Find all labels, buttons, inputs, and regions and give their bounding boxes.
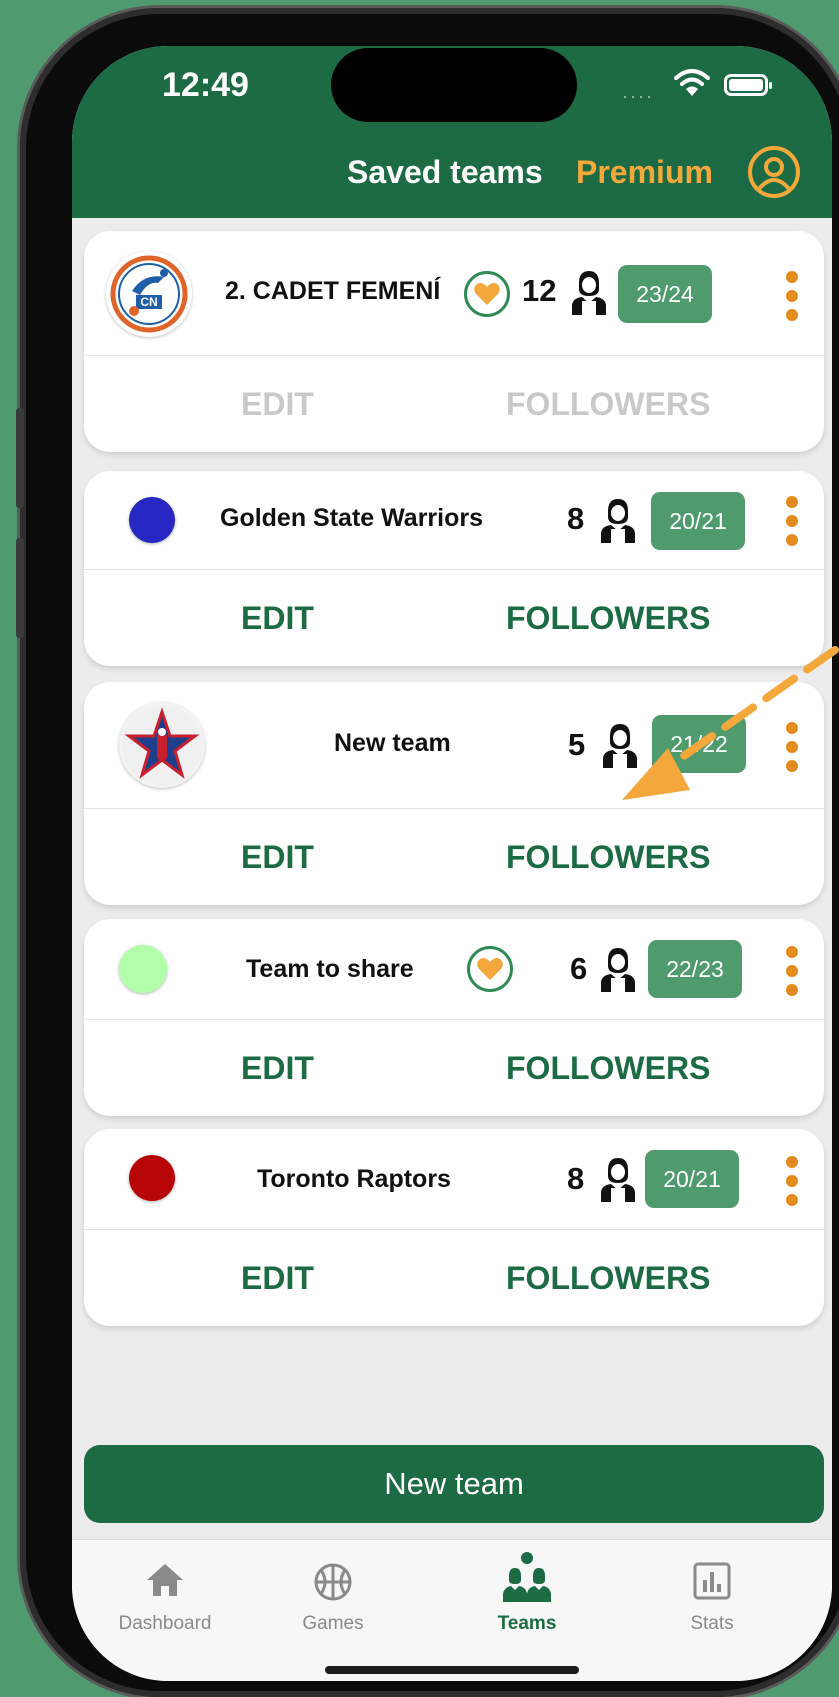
team-name: New team <box>334 729 451 757</box>
team-card-actions: EDIT FOLLOWERS <box>84 1020 824 1116</box>
player-icon <box>603 724 637 768</box>
season-badge: 23/24 <box>618 265 712 323</box>
tab-dashboard[interactable]: Dashboard <box>90 1540 240 1650</box>
player-icon <box>601 499 635 543</box>
followers-button[interactable]: FOLLOWERS <box>506 839 710 876</box>
followers-button[interactable]: FOLLOWERS <box>506 1050 710 1087</box>
team-card: CN 2. CADET FEMENÍ 12 23/24 EDIT FOLLOWE… <box>84 231 824 452</box>
tab-teams[interactable]: Teams <box>452 1540 602 1650</box>
player-icon <box>572 271 606 315</box>
season-badge: 20/21 <box>651 492 745 550</box>
status-time: 12:49 <box>162 66 249 104</box>
followers-button[interactable]: FOLLOWERS <box>506 1260 710 1297</box>
follower-count: 12 <box>522 273 557 308</box>
tab-label: Teams <box>497 1613 557 1634</box>
followers-button[interactable]: FOLLOWERS <box>506 600 710 637</box>
club-crest-logo: CN <box>106 251 192 337</box>
player-icon <box>601 1158 635 1202</box>
team-card-header[interactable]: Golden State Warriors 8 20/21 <box>84 471 824 570</box>
tab-label: Stats <box>690 1613 734 1634</box>
basketball-icon <box>314 1563 352 1601</box>
more-options-icon[interactable] <box>784 722 800 772</box>
signal-icon: ···· <box>622 86 654 106</box>
tab-games[interactable]: Games <box>258 1540 408 1650</box>
team-card-header[interactable]: New team 5 21/22 <box>84 682 824 809</box>
all-star-logo <box>119 702 205 788</box>
team-name: Team to share <box>246 955 414 983</box>
edit-button[interactable]: EDIT <box>241 386 314 423</box>
stats-icon <box>693 1562 731 1600</box>
favorite-heart-icon[interactable] <box>464 271 510 317</box>
favorite-heart-icon[interactable] <box>467 946 513 992</box>
more-options-icon[interactable] <box>784 496 800 546</box>
team-card-actions: EDIT FOLLOWERS <box>84 570 824 666</box>
follower-count: 5 <box>568 727 586 762</box>
more-options-icon[interactable] <box>784 1156 800 1206</box>
page-title: Saved teams <box>347 154 543 190</box>
app-screen: 12:49 ···· Saved teams Premium CN 2. CAD… <box>72 46 832 1681</box>
follower-count: 8 <box>567 1161 585 1196</box>
team-card-header[interactable]: CN 2. CADET FEMENÍ 12 23/24 <box>84 231 824 356</box>
team-card-header[interactable]: Toronto Raptors 8 20/21 <box>84 1129 824 1230</box>
followers-button[interactable]: FOLLOWERS <box>506 386 710 423</box>
svg-text:CN: CN <box>140 295 157 309</box>
battery-icon <box>724 74 772 96</box>
edit-button[interactable]: EDIT <box>241 1260 314 1297</box>
season-badge: 20/21 <box>645 1150 739 1208</box>
team-name: Golden State Warriors <box>220 504 484 532</box>
tab-label: Dashboard <box>118 1613 212 1634</box>
phone-frame: 12:49 ···· Saved teams Premium CN 2. CAD… <box>16 8 839 1697</box>
premium-button[interactable]: Premium <box>576 154 713 191</box>
edit-button[interactable]: EDIT <box>241 839 314 876</box>
team-name: Toronto Raptors <box>257 1165 451 1193</box>
volume-down-button <box>16 538 24 638</box>
team-card: Golden State Warriors 8 20/21 EDIT FOLLO… <box>84 471 824 666</box>
team-card: Toronto Raptors 8 20/21 EDIT FOLLOWERS <box>84 1129 824 1326</box>
follower-count: 8 <box>567 501 585 536</box>
wifi-icon <box>674 69 710 96</box>
tab-stats[interactable]: Stats <box>637 1540 787 1650</box>
team-card: Team to share 6 22/23 EDIT FOLLOWERS <box>84 919 824 1116</box>
team-color-dot <box>129 497 175 543</box>
volume-up-button <box>16 408 24 508</box>
team-card-actions: EDIT FOLLOWERS <box>84 356 824 452</box>
more-options-icon[interactable] <box>784 271 800 321</box>
team-name: 2. CADET FEMENÍ <box>225 277 441 305</box>
teams-icon <box>503 1552 551 1602</box>
edit-button[interactable]: EDIT <box>241 600 314 637</box>
team-card-header[interactable]: Team to share 6 22/23 <box>84 919 824 1020</box>
header-bar: 12:49 ···· Saved teams Premium <box>72 46 832 218</box>
dynamic-island <box>331 48 577 122</box>
profile-icon[interactable] <box>748 146 800 198</box>
team-card-actions: EDIT FOLLOWERS <box>84 809 824 905</box>
team-card-actions: EDIT FOLLOWERS <box>84 1230 824 1326</box>
team-card: New team 5 21/22 EDIT FOLLOWERS <box>84 682 824 905</box>
tab-bar: Dashboard Games Teams Stats <box>72 1539 832 1681</box>
home-indicator <box>325 1666 579 1674</box>
player-icon <box>601 948 635 992</box>
edit-button[interactable]: EDIT <box>241 1050 314 1087</box>
season-badge: 21/22 <box>652 715 746 773</box>
follower-count: 6 <box>570 951 588 986</box>
home-icon <box>147 1564 183 1596</box>
new-team-button[interactable]: New team <box>84 1445 824 1523</box>
team-color-dot <box>119 945 167 993</box>
team-color-dot <box>129 1155 175 1201</box>
season-badge: 22/23 <box>648 940 742 998</box>
tab-label: Games <box>302 1613 364 1634</box>
more-options-icon[interactable] <box>784 946 800 996</box>
